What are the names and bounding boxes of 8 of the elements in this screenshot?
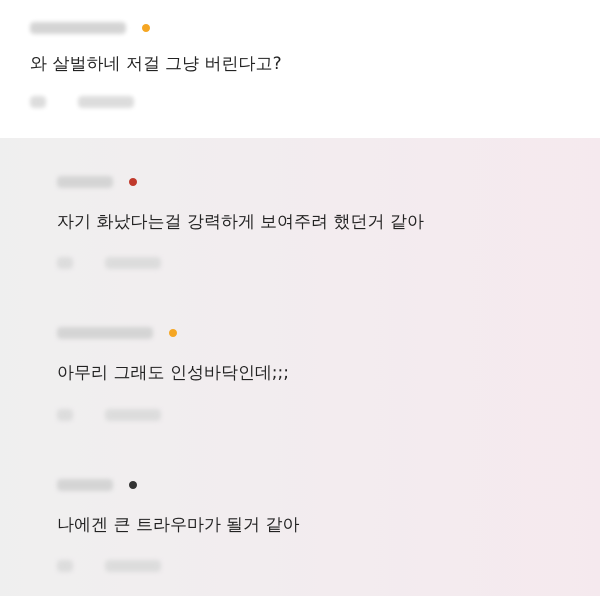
blurred-name — [57, 176, 113, 188]
reply-text: 자기 화났다는걸 강력하게 보여주려 했던거 같아 — [57, 210, 426, 234]
reply-text: 나에겐 큰 트라우마가 될거 같아 — [57, 514, 301, 536]
blurred-count — [30, 96, 46, 108]
comment-text: 와 살벌하네 저걸 그냥 버린다고? — [30, 53, 283, 76]
blurred-name — [57, 478, 113, 490]
blurred-action — [78, 96, 134, 108]
reply-text: 아무리 그래도 인성바닥인데;;; — [57, 362, 290, 385]
